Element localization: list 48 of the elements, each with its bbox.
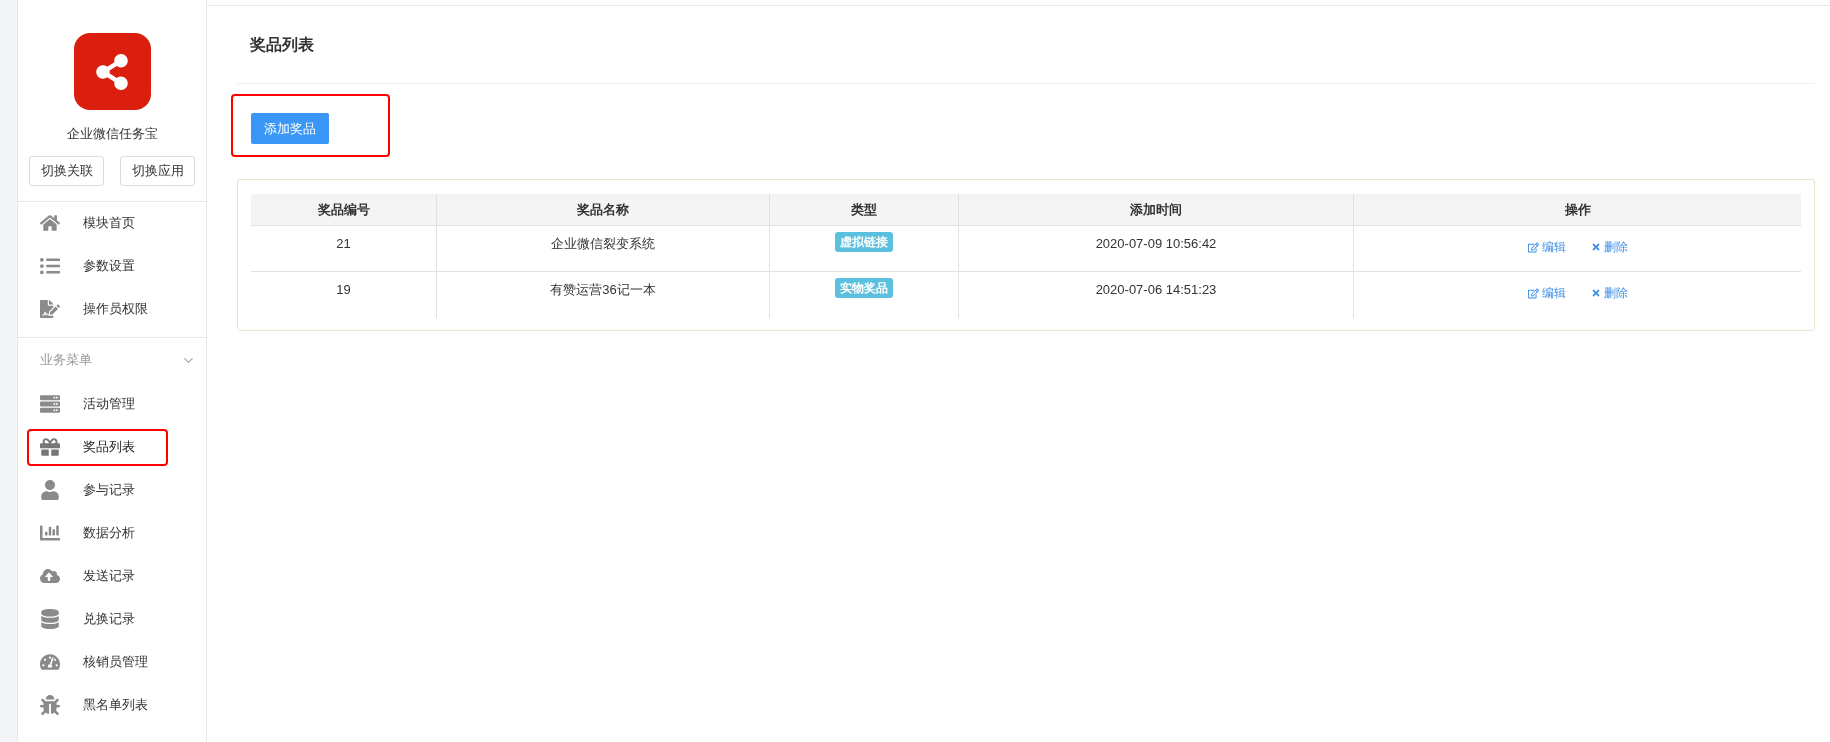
menu-item[interactable]: 参与记录: [38, 480, 137, 500]
edit-icon: [1527, 287, 1539, 299]
edit-link[interactable]: 编辑: [1527, 238, 1566, 256]
menu-item[interactable]: 黑名单列表: [38, 695, 150, 715]
database-icon: [40, 609, 60, 629]
share-icon: [94, 53, 130, 90]
menu-item[interactable]: 兑换记录: [38, 609, 137, 629]
table-cell-text: 2020-07-09 10:56:42: [1095, 235, 1217, 253]
type-badge: 虚拟链接: [835, 232, 893, 252]
edit-icon: [1527, 241, 1539, 253]
menu-item[interactable]: 发送记录: [38, 566, 137, 586]
column-header: 操作: [1563, 200, 1592, 219]
menu-item[interactable]: 核销员管理: [38, 652, 150, 672]
delete-link[interactable]: 删除: [1590, 284, 1628, 302]
edit-link[interactable]: 编辑: [1527, 284, 1566, 302]
gift-icon: [40, 437, 60, 457]
gauge-icon: [40, 652, 60, 672]
menu-item[interactable]: 活动管理: [38, 394, 137, 414]
app-name: 企业微信任务宝: [66, 125, 158, 143]
table-cell-text: 2020-07-06 14:51:23: [1095, 281, 1217, 299]
switch-button[interactable]: 切换应用: [120, 155, 195, 186]
table-cell-text: 有赞运营36记一本: [550, 281, 656, 299]
delete-link[interactable]: 删除: [1590, 238, 1628, 256]
home-icon: [40, 213, 60, 233]
menu-item[interactable]: 操作员权限: [38, 299, 150, 319]
type-badge: 实物奖品: [835, 278, 893, 298]
menu-item[interactable]: 数据分析: [38, 523, 137, 543]
bug-icon: [40, 695, 60, 715]
user-icon: [40, 480, 60, 500]
stacked-bars-icon: [40, 394, 60, 414]
column-header: 类型: [770, 194, 959, 225]
close-icon: [1590, 288, 1601, 298]
column-header: 添加时间: [959, 194, 1354, 225]
page-title: 奖品列表: [250, 34, 314, 55]
table-cell-text: 19: [336, 281, 351, 299]
table-cell-text: 21: [336, 235, 351, 253]
document-edit-icon: [40, 299, 60, 319]
menu-item[interactable]: 参数设置: [38, 256, 137, 276]
menu-item[interactable]: 奖品列表: [38, 437, 137, 457]
close-icon: [1590, 242, 1601, 252]
menu-item[interactable]: 模块首页: [38, 213, 137, 233]
switch-button[interactable]: 切换关联: [29, 155, 104, 186]
column-header: 奖品名称: [437, 194, 770, 225]
list-icon: [40, 256, 60, 276]
table-cell-text: 企业微信裂变系统: [551, 235, 655, 253]
cloud-upload-icon: [40, 566, 60, 586]
bar-chart-icon: [40, 523, 60, 543]
column-header: 奖品编号: [251, 194, 437, 225]
